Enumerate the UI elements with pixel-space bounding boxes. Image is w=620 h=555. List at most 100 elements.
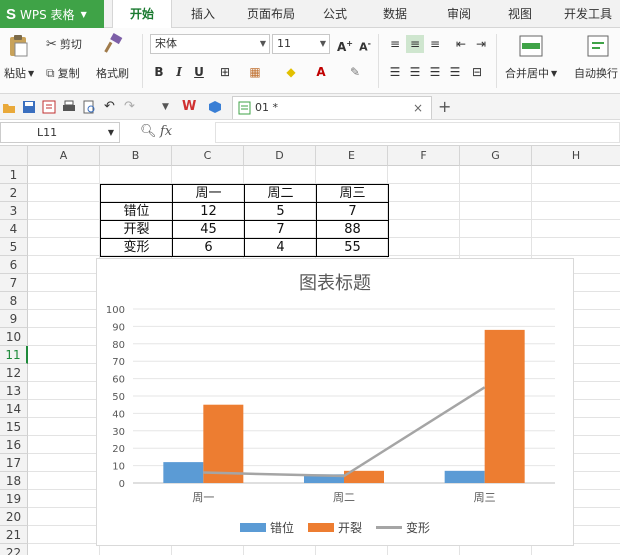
font-size-select[interactable]: 11 ▼ bbox=[272, 34, 330, 54]
italic-button[interactable]: I bbox=[170, 63, 188, 81]
row-header[interactable]: 9 bbox=[0, 310, 28, 328]
table-cell[interactable]: 错位 bbox=[100, 202, 173, 221]
table-header-cell[interactable]: 周一 bbox=[172, 184, 245, 203]
row-header[interactable]: 17 bbox=[0, 454, 28, 472]
merge-center-icon[interactable] bbox=[518, 34, 544, 58]
row-header[interactable]: 20 bbox=[0, 508, 28, 526]
document-tab[interactable]: 01 * × bbox=[232, 96, 432, 119]
column-header[interactable]: F bbox=[388, 146, 460, 166]
cut-button[interactable]: ✂ 剪切 bbox=[46, 36, 82, 52]
row-header[interactable]: 1 bbox=[0, 166, 28, 184]
align-left-icon[interactable]: ☰ bbox=[386, 63, 404, 81]
paste-button[interactable] bbox=[6, 34, 30, 58]
row-header[interactable]: 8 bbox=[0, 292, 28, 310]
row-header[interactable]: 11 bbox=[0, 346, 28, 364]
row-header[interactable]: 19 bbox=[0, 490, 28, 508]
undo-icon[interactable]: ↶ bbox=[104, 100, 118, 114]
row-header[interactable]: 16 bbox=[0, 436, 28, 454]
table-header-cell[interactable] bbox=[100, 184, 173, 203]
row-header[interactable]: 12 bbox=[0, 364, 28, 382]
table-cell[interactable]: 55 bbox=[316, 238, 389, 257]
row-header[interactable]: 21 bbox=[0, 526, 28, 544]
name-box[interactable]: L11 ▼ bbox=[0, 122, 120, 143]
table-cell[interactable]: 5 bbox=[244, 202, 317, 221]
fx-icon[interactable]: fx bbox=[160, 124, 172, 139]
fill-pattern-icon[interactable]: ▦ bbox=[246, 63, 264, 81]
table-header-cell[interactable]: 周三 bbox=[316, 184, 389, 203]
column-header[interactable]: E bbox=[316, 146, 388, 166]
row-header[interactable]: 5 bbox=[0, 238, 28, 256]
format-painter-button[interactable] bbox=[102, 33, 124, 55]
underline-button[interactable]: U bbox=[190, 63, 208, 81]
zoom-icon[interactable]: 🔍︎ bbox=[140, 124, 157, 139]
tab-developer[interactable]: 开发工具 bbox=[556, 0, 620, 28]
app-menu-button[interactable]: S WPS 表格 ▼ bbox=[0, 0, 104, 28]
tab-data[interactable]: 数据 bbox=[372, 0, 418, 28]
formula-input[interactable] bbox=[215, 122, 620, 143]
tab-view[interactable]: 视图 bbox=[497, 0, 543, 28]
indent-decrease-icon[interactable]: ⇤ bbox=[452, 35, 470, 53]
table-cell[interactable]: 12 bbox=[172, 202, 245, 221]
column-header[interactable]: C bbox=[172, 146, 244, 166]
font-color-icon[interactable]: A bbox=[312, 63, 330, 81]
row-header[interactable]: 3 bbox=[0, 202, 28, 220]
row-header[interactable]: 13 bbox=[0, 382, 28, 400]
auto-wrap-icon[interactable] bbox=[586, 34, 610, 58]
column-header[interactable]: G bbox=[460, 146, 532, 166]
row-header[interactable]: 7 bbox=[0, 274, 28, 292]
row-header[interactable]: 10 bbox=[0, 328, 28, 346]
table-cell[interactable]: 7 bbox=[244, 220, 317, 239]
redo-icon[interactable]: ↷ bbox=[124, 100, 138, 114]
save-as-icon[interactable] bbox=[42, 100, 56, 114]
align-right-icon[interactable]: ☰ bbox=[426, 63, 444, 81]
table-cell[interactable]: 开裂 bbox=[100, 220, 173, 239]
row-header[interactable]: 18 bbox=[0, 472, 28, 490]
decrease-font-icon[interactable]: A- bbox=[356, 35, 374, 54]
tab-insert[interactable]: 插入 bbox=[178, 0, 228, 28]
align-bottom-icon[interactable]: ≡ bbox=[426, 35, 444, 53]
column-header[interactable]: B bbox=[100, 146, 172, 166]
print-icon[interactable] bbox=[62, 100, 76, 114]
justify-icon[interactable]: ☰ bbox=[446, 63, 464, 81]
close-icon[interactable]: × bbox=[413, 97, 423, 119]
border-icon[interactable]: ⊞ bbox=[216, 63, 234, 81]
align-middle-icon[interactable]: ≡ bbox=[406, 35, 424, 53]
fill-color-icon[interactable]: ◆ bbox=[282, 63, 300, 81]
open-folder-icon[interactable] bbox=[2, 100, 16, 114]
column-header[interactable]: H bbox=[532, 146, 620, 166]
indent-increase-icon[interactable]: ⇥ bbox=[472, 35, 490, 53]
chart-legend[interactable]: 错位 开裂 变形 bbox=[97, 519, 573, 536]
print-preview-icon[interactable] bbox=[82, 100, 96, 114]
save-icon[interactable] bbox=[22, 100, 36, 114]
tab-formulas[interactable]: 公式 bbox=[312, 0, 358, 28]
tab-home[interactable]: 开始 bbox=[112, 0, 172, 29]
auto-wrap-button[interactable]: 自动换行 bbox=[574, 65, 618, 81]
row-header[interactable]: 4 bbox=[0, 220, 28, 238]
align-center-icon[interactable]: ☰ bbox=[406, 63, 424, 81]
merge-center-button[interactable]: 合并居中 ▼ bbox=[505, 65, 557, 81]
chart[interactable]: 图表标题 0 10 20 30 40 50 60 70 80 90 100 周一 周二 周三 错位 开裂 … bbox=[96, 258, 574, 546]
row-header[interactable]: 15 bbox=[0, 418, 28, 436]
bold-button[interactable]: B bbox=[150, 63, 168, 81]
select-all-corner[interactable] bbox=[0, 146, 28, 166]
tab-review[interactable]: 审阅 bbox=[436, 0, 482, 28]
cube-icon[interactable] bbox=[208, 100, 222, 114]
clear-format-icon[interactable]: ✎ bbox=[346, 63, 364, 81]
table-cell[interactable]: 88 bbox=[316, 220, 389, 239]
column-header[interactable]: A bbox=[28, 146, 100, 166]
paste-label-button[interactable]: 粘贴 ▼ bbox=[4, 65, 34, 81]
distribute-icon[interactable]: ⊟ bbox=[468, 63, 486, 81]
row-header[interactable]: 22 bbox=[0, 544, 28, 555]
table-cell[interactable]: 变形 bbox=[100, 238, 173, 257]
wps-doc-icon[interactable]: W bbox=[182, 100, 196, 114]
new-tab-button[interactable]: + bbox=[438, 97, 451, 116]
table-cell[interactable]: 6 bbox=[172, 238, 245, 257]
column-header[interactable]: D bbox=[244, 146, 316, 166]
table-cell[interactable]: 7 bbox=[316, 202, 389, 221]
tab-page-layout[interactable]: 页面布局 bbox=[236, 0, 306, 28]
copy-button[interactable]: ⧉ 复制 bbox=[46, 65, 80, 81]
row-header[interactable]: 14 bbox=[0, 400, 28, 418]
font-name-select[interactable]: 宋体 ▼ bbox=[150, 34, 270, 54]
table-cell[interactable]: 4 bbox=[244, 238, 317, 257]
table-cell[interactable]: 45 bbox=[172, 220, 245, 239]
